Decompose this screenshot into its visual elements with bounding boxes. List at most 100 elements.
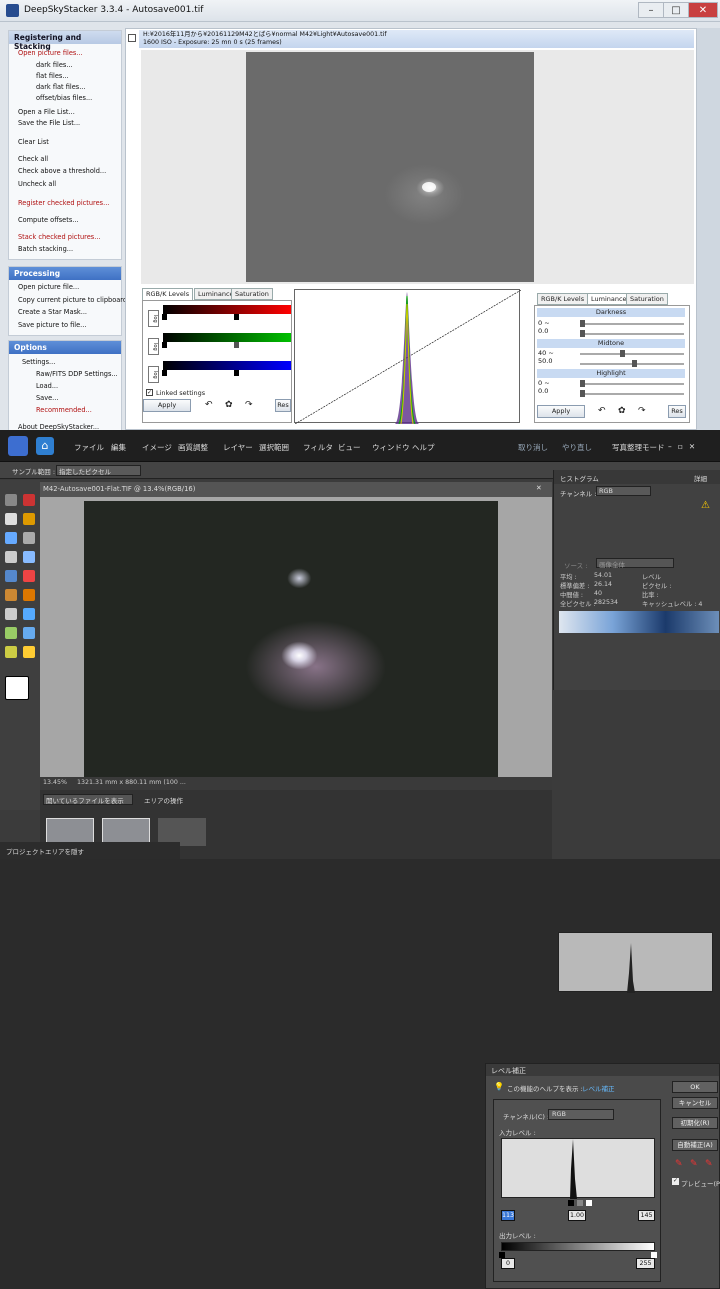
- menu-item[interactable]: ヘルプ: [412, 442, 435, 453]
- tool-icon[interactable]: [23, 570, 35, 582]
- menu-item[interactable]: 編集: [111, 442, 126, 453]
- log-toggle-green[interactable]: log: [148, 338, 159, 355]
- tool-icon[interactable]: [5, 532, 17, 544]
- reset-button[interactable]: 初期化(R): [672, 1117, 718, 1129]
- undo-icon[interactable]: ↶: [205, 400, 213, 410]
- output-high-field[interactable]: 255: [636, 1258, 655, 1269]
- hide-project-bar[interactable]: プロジェクトエリアを隠す: [0, 842, 180, 859]
- tool-icon[interactable]: [5, 513, 17, 525]
- tool-icon[interactable]: [23, 513, 35, 525]
- proc-item[interactable]: Open picture file...: [18, 283, 79, 291]
- tab-rgb-levels[interactable]: RGB/K Levels: [142, 288, 194, 300]
- gray-eyedropper-icon[interactable]: ✎: [690, 1159, 698, 1169]
- reg-item[interactable]: Uncheck all: [18, 180, 56, 188]
- tool-icon[interactable]: [23, 589, 35, 601]
- tab-saturation[interactable]: Saturation: [231, 288, 273, 300]
- stacked-image-preview[interactable]: [246, 52, 534, 282]
- red-handle-low[interactable]: [162, 314, 167, 320]
- dss-scrollbar[interactable]: [697, 28, 720, 430]
- output-low-field[interactable]: 0: [501, 1258, 515, 1269]
- minimize-button[interactable]: –: [638, 2, 664, 18]
- linked-checkbox[interactable]: ✓: [146, 389, 153, 396]
- input-white-slider[interactable]: [586, 1200, 592, 1206]
- redo-button[interactable]: やり直し: [562, 442, 592, 453]
- opt-item[interactable]: Settings...: [22, 358, 55, 366]
- tool-icon[interactable]: [23, 532, 35, 544]
- cancel-button[interactable]: キャンセル: [672, 1097, 718, 1109]
- log-toggle-red[interactable]: log: [148, 310, 159, 327]
- tool-icon[interactable]: [23, 608, 35, 620]
- green-handle-mid[interactable]: [234, 342, 239, 348]
- tab-rgb-levels-right[interactable]: RGB/K Levels: [537, 293, 589, 305]
- histogram-curve[interactable]: [294, 289, 522, 425]
- menu-item[interactable]: ファイル: [74, 442, 104, 453]
- ok-button[interactable]: OK: [672, 1081, 718, 1093]
- tool-icon[interactable]: [5, 551, 17, 563]
- detail-button[interactable]: 詳細: [694, 473, 707, 483]
- undo-button[interactable]: 取り消し: [518, 442, 548, 453]
- input-mid-field[interactable]: 1.00: [568, 1210, 586, 1221]
- darkness-slider-2[interactable]: [580, 330, 684, 337]
- reg-item[interactable]: Stack checked pictures...: [18, 233, 101, 241]
- reg-item[interactable]: Check above a threshold...: [18, 167, 106, 175]
- menu-item[interactable]: レイヤー: [223, 442, 253, 453]
- red-handle-mid[interactable]: [234, 314, 239, 320]
- highlight-slider-2[interactable]: [580, 390, 684, 397]
- input-gray-slider[interactable]: [577, 1200, 583, 1206]
- white-eyedropper-icon[interactable]: ✎: [705, 1159, 713, 1169]
- reg-item[interactable]: Check all: [18, 155, 48, 163]
- tool-icon[interactable]: [23, 646, 35, 658]
- proc-item[interactable]: Save picture to file...: [18, 321, 86, 329]
- reg-item[interactable]: dark flat files...: [36, 83, 86, 91]
- levels-channel-select[interactable]: RGB: [548, 1109, 614, 1120]
- input-low-field[interactable]: 113: [501, 1210, 515, 1221]
- nebula-photo[interactable]: [84, 501, 498, 777]
- redo-icon-right[interactable]: ↷: [638, 406, 646, 416]
- input-black-slider[interactable]: [568, 1200, 574, 1206]
- black-eyedropper-icon[interactable]: ✎: [675, 1159, 683, 1169]
- tool-icon[interactable]: [5, 570, 17, 582]
- checkbox[interactable]: [128, 34, 136, 42]
- apply-button-left[interactable]: Apply: [143, 399, 191, 412]
- reset-button-right[interactable]: Res: [668, 405, 686, 418]
- tool-icon[interactable]: [5, 608, 17, 620]
- tool-icon[interactable]: [23, 551, 35, 563]
- apply-button-right[interactable]: Apply: [537, 405, 585, 418]
- histogram-tab[interactable]: ヒストグラム: [560, 473, 599, 483]
- menu-item[interactable]: ウィンドウ: [372, 442, 410, 453]
- window-controls[interactable]: –▫✕: [668, 442, 701, 451]
- blue-handle-mid[interactable]: [234, 370, 239, 376]
- document-tab[interactable]: M42-Autosave001-Flat.TIF @ 13.4%(RGB/16)…: [40, 482, 552, 497]
- opt-item[interactable]: Save...: [36, 394, 58, 402]
- settings-icon-right[interactable]: ✿: [618, 406, 626, 416]
- tool-icon[interactable]: [23, 627, 35, 639]
- bin-area-menu[interactable]: エリアの操作: [144, 795, 183, 805]
- organizer-button[interactable]: 写真整理モード: [612, 442, 665, 453]
- reg-item[interactable]: Batch stacking...: [18, 245, 73, 253]
- reg-item[interactable]: offset/bias files...: [36, 94, 92, 102]
- foreground-color-swatch[interactable]: [5, 676, 29, 700]
- tab-saturation-right[interactable]: Saturation: [626, 293, 668, 305]
- reg-item[interactable]: Register checked pictures...: [18, 199, 109, 207]
- highlight-slider-1[interactable]: [580, 380, 684, 387]
- home-icon[interactable]: ⌂: [36, 437, 54, 455]
- close-doc-icon[interactable]: ✕: [536, 484, 542, 492]
- close-button[interactable]: ✕: [688, 2, 718, 18]
- opt-item[interactable]: Recommended...: [36, 406, 92, 414]
- channel-select[interactable]: RGB: [596, 486, 651, 496]
- reg-item[interactable]: flat files...: [36, 72, 69, 80]
- midtone-slider-1[interactable]: [580, 350, 684, 357]
- pse-logo-icon[interactable]: [8, 436, 28, 456]
- tab-luminance-right[interactable]: Luminance: [587, 293, 631, 305]
- reset-button-left[interactable]: Res: [275, 399, 291, 412]
- menu-item[interactable]: イメージ: [142, 442, 172, 453]
- reg-item[interactable]: Clear List: [18, 138, 49, 146]
- menu-item[interactable]: ビュー: [338, 442, 361, 453]
- zoom-level[interactable]: 13.45%: [43, 779, 67, 786]
- reg-item[interactable]: Save the File List...: [18, 119, 80, 127]
- reg-item[interactable]: dark files...: [36, 61, 73, 69]
- undo-icon-right[interactable]: ↶: [598, 406, 606, 416]
- bin-show-select[interactable]: 開いているファイルを表示: [43, 794, 133, 805]
- tool-icon[interactable]: [5, 589, 17, 601]
- source-select[interactable]: 画像全体: [596, 558, 674, 569]
